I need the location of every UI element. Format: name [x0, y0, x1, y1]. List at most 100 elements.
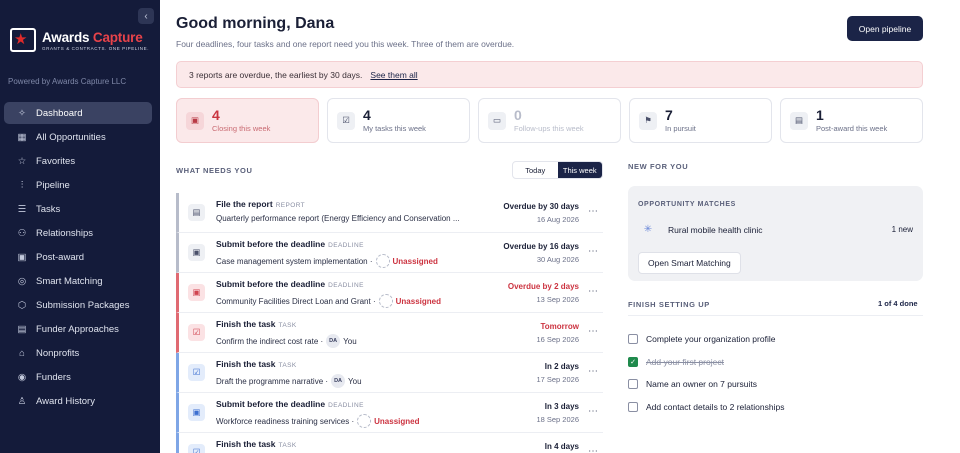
setup-item[interactable]: ✓ Add your first project — [628, 351, 923, 374]
task-title-text: Finish the task — [216, 319, 276, 329]
task-due-status: Overdue by 2 days — [507, 282, 579, 291]
sidebar-item-nonprofits[interactable]: ⌂ Nonprofits — [4, 342, 152, 364]
task-due-status: Overdue by 16 days — [503, 242, 579, 251]
task-row[interactable]: ▤ File the report REPORT Quarterly performa… — [176, 193, 603, 233]
task-description: Workforce readiness training services · U… — [216, 414, 419, 428]
stat-value: 4 — [212, 107, 220, 123]
checkbox[interactable] — [628, 379, 638, 390]
task-row[interactable]: ▣ Submit before the deadline DEADLINE Commu… — [176, 273, 603, 313]
open-smart-matching-button[interactable]: Open Smart Matching — [638, 252, 741, 274]
task-type-tag: DEADLINE — [328, 282, 364, 289]
more-options-icon[interactable]: ⋯ — [588, 286, 599, 297]
task-description-text: Community Facilities Direct Loan and Gra… — [216, 296, 376, 306]
flag-icon: ⚑ — [639, 111, 657, 130]
assignee-label[interactable]: Unassigned — [374, 417, 419, 426]
collapse-sidebar-button[interactable]: ‹ — [138, 8, 154, 24]
task-type-tag: TASK — [278, 362, 297, 369]
logo[interactable]: ★ Awards Capture GRANTS & CONTRACTS. ONE… — [10, 28, 149, 52]
task-row[interactable]: ▣ Submit before the deadline DEADLINE Case … — [176, 233, 603, 273]
more-options-icon[interactable]: ⋯ — [588, 446, 599, 453]
sidebar-item-label: Pipeline — [36, 179, 70, 191]
task-title: Submit before the deadline DEADLINE — [216, 279, 364, 289]
setup-item[interactable]: Name an owner on 7 pursuits — [628, 373, 923, 396]
toggle-today[interactable]: Today — [513, 162, 558, 178]
open-pipeline-button[interactable]: Open pipeline — [847, 16, 923, 41]
people-icon: ⚇ — [17, 227, 27, 239]
sidebar-item-submission-packages[interactable]: ⬡ Submission Packages — [4, 294, 152, 316]
more-options-icon[interactable]: ⋯ — [588, 366, 599, 377]
opportunity-matches-card: OPPORTUNITY MATCHES ✳ Rural mobile healt… — [628, 186, 923, 281]
task-row[interactable]: ▣ Submit before the deadline DEADLINE Workf… — [176, 393, 603, 433]
task-type-tag: TASK — [278, 442, 297, 449]
sidebar-item-smart-matching[interactable]: ◎ Smart Matching — [4, 270, 152, 292]
task-row[interactable]: ☑ Finish the task TASK Confirm the indirect… — [176, 313, 603, 353]
sidebar-item-post-award[interactable]: ▣ Post-award — [4, 246, 152, 268]
divider — [628, 315, 923, 316]
task-title-text: Submit before the deadline — [216, 279, 326, 289]
stat-label: My tasks this week — [363, 124, 426, 133]
avatar: DA — [326, 334, 341, 348]
sidebar-item-tasks[interactable]: ☰ Tasks — [4, 198, 152, 220]
task-due-date: 30 Aug 2026 — [536, 255, 579, 264]
setup-item[interactable]: Complete your organization profile — [628, 328, 923, 351]
stat-card[interactable]: ▤ 1 Post-award this week — [780, 98, 923, 143]
toggle-this-week[interactable]: This week — [557, 162, 602, 178]
setup-item[interactable]: Add contact details to 2 relationships — [628, 396, 923, 419]
sidebar-item-award-history[interactable]: ♙ Award History — [4, 390, 152, 412]
sparkle-icon: ✳ — [643, 224, 653, 235]
stat-card[interactable]: ▭ 0 Follow-ups this week — [478, 98, 621, 143]
assignee-label: You — [348, 376, 362, 386]
task-description-text: Draft the programme narrative · — [216, 376, 329, 386]
assignee-label[interactable]: Unassigned — [393, 257, 438, 266]
calendar-icon: ▣ — [186, 111, 204, 130]
sidebar-item-label: Nonprofits — [36, 347, 80, 359]
assignee-label: You — [343, 336, 357, 346]
assignee-label[interactable]: Unassigned — [396, 297, 441, 306]
sidebar-item-label: Funder Approaches — [36, 323, 119, 335]
stat-card[interactable]: ☑ 4 My tasks this week — [327, 98, 470, 143]
setup-progress: 1 of 4 done — [878, 299, 918, 308]
checkbox[interactable] — [628, 334, 638, 345]
sidebar-item-favorites[interactable]: ☆ Favorites — [4, 150, 152, 172]
time-range-toggle: Today This week — [512, 161, 603, 179]
calendar-icon: ▣ — [188, 404, 205, 421]
more-options-icon[interactable]: ⋯ — [588, 326, 599, 337]
task-title: Submit before the deadline DEADLINE — [216, 399, 364, 409]
task-due-date: 16 Sep 2026 — [536, 335, 579, 344]
setup-checklist: Complete your organization profile ✓ Add y… — [628, 328, 923, 418]
document-icon: ▤ — [17, 323, 27, 335]
task-list: ▤ File the report REPORT Quarterly performa… — [176, 193, 603, 453]
sidebar-item-label: Dashboard — [36, 107, 83, 119]
checkbox[interactable] — [628, 401, 638, 412]
sidebar-item-pipeline[interactable]: ⫶ Pipeline — [4, 174, 152, 196]
task-row[interactable]: ☑ Finish the task TASK Draft the programme … — [176, 353, 603, 393]
grid-icon: ▦ — [17, 131, 27, 143]
sidebar-item-label: Smart Matching — [36, 275, 103, 287]
more-options-icon[interactable]: ⋯ — [588, 246, 599, 257]
task-due-date: 13 Sep 2026 — [536, 295, 579, 304]
task-row[interactable]: ☑ Finish the task TASK In 4 days ⋯ — [176, 433, 603, 453]
match-name: Rural mobile health clinic — [668, 224, 763, 235]
stat-card[interactable]: ▣ 4 Closing this week — [176, 98, 319, 143]
sidebar-item-funder-approaches[interactable]: ▤ Funder Approaches — [4, 318, 152, 340]
target-icon: ◎ — [17, 275, 27, 287]
sidebar-item-relationships[interactable]: ⚇ Relationships — [4, 222, 152, 244]
stat-value: 0 — [514, 107, 522, 123]
more-options-icon[interactable]: ⋯ — [588, 206, 599, 217]
match-row[interactable]: ✳ Rural mobile health clinic 1 new — [638, 224, 913, 235]
sidebar-item-dashboard[interactable]: ✧ Dashboard — [4, 102, 152, 124]
file-icon: ▤ — [790, 111, 808, 130]
task-description-text: Case management system implementation · — [216, 256, 373, 266]
task-due-date: 16 Aug 2026 — [536, 215, 579, 224]
sidebar-item-all-opportunities[interactable]: ▦ All Opportunities — [4, 126, 152, 148]
more-options-icon[interactable]: ⋯ — [588, 406, 599, 417]
stat-card[interactable]: ⚑ 7 In pursuit — [629, 98, 772, 143]
finish-setup-title: FINISH SETTING UP — [628, 300, 710, 309]
see-them-all-link[interactable]: See them all — [370, 70, 417, 80]
avatar: DA — [331, 374, 346, 388]
page-title: Good morning, Dana — [176, 15, 335, 32]
sidebar-item-funders[interactable]: ◉ Funders — [4, 366, 152, 388]
calendar-icon: ▣ — [188, 244, 205, 261]
package-icon: ⬡ — [17, 299, 27, 311]
checked-checkbox[interactable]: ✓ — [628, 356, 638, 367]
